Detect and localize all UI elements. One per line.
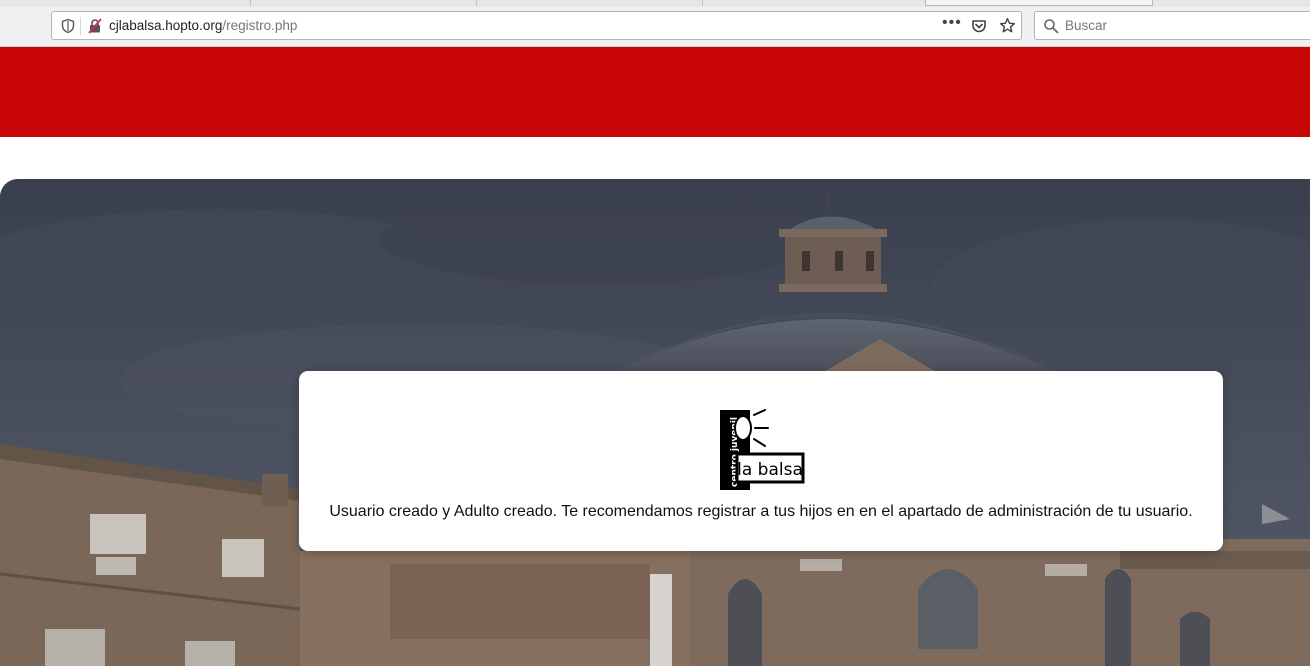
- browser-tab[interactable]: [702, 0, 929, 6]
- page-actions-menu-icon[interactable]: •••: [942, 14, 962, 32]
- confirmation-message: Usuario creado y Adulto creado. Te recom…: [329, 503, 1193, 520]
- browser-tab[interactable]: [250, 0, 477, 6]
- shield-icon[interactable]: [60, 18, 76, 34]
- search-icon: [1044, 19, 1059, 34]
- search-input[interactable]: [1065, 16, 1305, 35]
- browser-toolbar: cjlabalsa.hopto.org/registro.php •••: [0, 7, 1310, 47]
- pocket-icon[interactable]: [971, 18, 987, 34]
- url-text[interactable]: cjlabalsa.hopto.org/registro.php: [109, 18, 297, 33]
- logo-name: la balsa: [737, 460, 803, 480]
- url-path: /registro.php: [222, 18, 298, 33]
- url-host: cjlabalsa.hopto.org: [109, 18, 223, 33]
- la-balsa-logo: centro juvenil la balsa: [720, 409, 805, 490]
- browser-tab[interactable]: [476, 0, 703, 6]
- search-bar[interactable]: [1034, 11, 1310, 40]
- tab-strip: [0, 0, 1310, 7]
- message-card: centro juvenil la balsa Usuario creado y…: [299, 371, 1223, 551]
- address-bar-separator: [80, 17, 81, 35]
- insecure-lock-icon[interactable]: [87, 18, 103, 34]
- star-icon[interactable]: [999, 17, 1016, 34]
- site-header-bar: [0, 47, 1310, 137]
- address-bar[interactable]: cjlabalsa.hopto.org/registro.php •••: [51, 11, 1022, 40]
- browser-tab-active[interactable]: [925, 0, 1153, 6]
- browser-tab[interactable]: [24, 0, 251, 6]
